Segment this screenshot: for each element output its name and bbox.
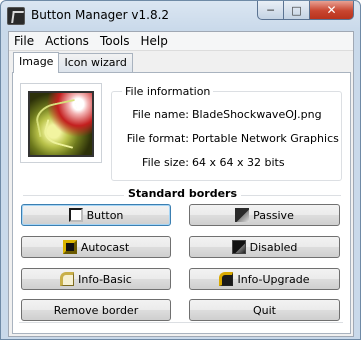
image-tab-panel: File information File name: BladeShockwa… <box>12 72 351 334</box>
close-button[interactable]: ✕ <box>310 1 354 20</box>
maximize-icon: □ <box>291 3 302 17</box>
info-basic-border-button[interactable]: Info-Basic <box>21 268 171 290</box>
file-format-label: File format: <box>126 132 189 145</box>
autocast-border-label: Autocast <box>80 240 130 254</box>
file-name-value: BladeShockwaveOJ.png <box>192 108 322 121</box>
tab-image[interactable]: Image <box>13 52 60 73</box>
menu-file[interactable]: File <box>9 32 40 51</box>
file-information-legend: File information <box>122 85 214 98</box>
standard-borders-title: Standard borders <box>123 187 242 200</box>
info-upgrade-border-icon <box>219 272 234 286</box>
border-button-label: Button <box>86 208 124 222</box>
info-basic-border-icon <box>60 272 75 286</box>
quit-button[interactable]: Quit <box>189 299 340 321</box>
autocast-border-icon <box>62 240 77 254</box>
file-information-group: File information File name: BladeShockwa… <box>111 85 342 181</box>
disabled-border-icon <box>231 240 246 254</box>
menu-actions[interactable]: Actions <box>40 32 95 51</box>
file-size-label: File size: <box>142 156 189 169</box>
info-upgrade-border-button[interactable]: Info-Upgrade <box>189 268 340 290</box>
autocast-border-button[interactable]: Autocast <box>21 236 171 258</box>
close-icon: ✕ <box>326 3 337 17</box>
minimize-icon: ─ <box>267 3 274 17</box>
app-icon[interactable] <box>7 7 25 25</box>
standard-borders-legend: Standard borders <box>13 187 352 200</box>
file-format-value: Portable Network Graphics <box>192 132 339 145</box>
client-area: File Actions Tools Help Image Icon wizar… <box>8 31 354 337</box>
menu-bar: File Actions Tools Help <box>9 32 353 51</box>
disabled-border-button[interactable]: Disabled <box>189 236 340 258</box>
title-bar[interactable]: Button Manager v1.8.2 ─ □ ✕ <box>1 1 360 31</box>
info-upgrade-border-label: Info-Upgrade <box>237 272 310 286</box>
file-name-label: File name: <box>132 108 189 121</box>
icon-preview-image <box>28 91 94 157</box>
button-border-icon <box>68 208 83 222</box>
tab-icon-wizard[interactable]: Icon wizard <box>58 53 133 72</box>
remove-border-button[interactable]: Remove border <box>21 299 171 321</box>
file-size-value: 64 x 64 x 32 bits <box>192 156 285 169</box>
disabled-border-label: Disabled <box>249 240 298 254</box>
border-button-button[interactable]: Button <box>21 204 171 226</box>
passive-border-icon <box>235 208 250 222</box>
minimize-button[interactable]: ─ <box>257 1 284 20</box>
passive-border-button[interactable]: Passive <box>189 204 340 226</box>
passive-border-label: Passive <box>253 208 294 222</box>
window-title: Button Manager v1.8.2 <box>31 8 170 22</box>
menu-tools[interactable]: Tools <box>95 32 136 51</box>
app-window: Button Manager v1.8.2 ─ □ ✕ File Actions… <box>0 0 361 340</box>
maximize-button[interactable]: □ <box>284 1 310 20</box>
caption-buttons: ─ □ ✕ <box>257 1 354 21</box>
tab-strip: Image Icon wizard <box>13 52 133 73</box>
footer-separator <box>19 322 343 323</box>
menu-help[interactable]: Help <box>136 32 174 51</box>
info-basic-border-label: Info-Basic <box>78 272 132 286</box>
icon-preview-frame <box>20 83 102 163</box>
